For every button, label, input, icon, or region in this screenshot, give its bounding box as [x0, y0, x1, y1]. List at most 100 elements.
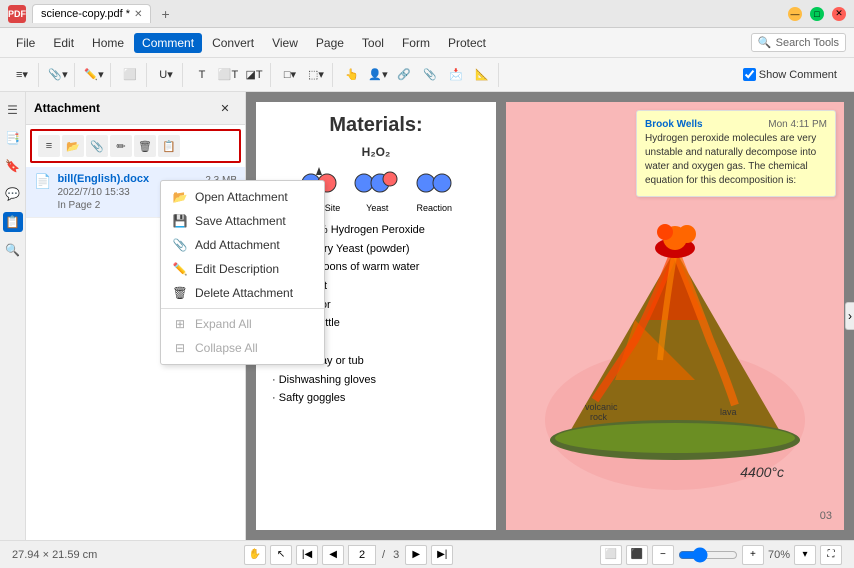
toolbar-draw-btn[interactable]: ✏️▾ — [82, 63, 106, 87]
comment-author: Brook Wells — [645, 119, 703, 130]
search-tools[interactable]: 🔍 Search Tools — [751, 33, 846, 52]
ctx-open-attachment[interactable]: 📂 Open Attachment — [161, 185, 324, 209]
menu-tool[interactable]: Tool — [354, 33, 392, 53]
toolbar-underline-btn[interactable]: U▾ — [154, 63, 178, 87]
menu-page[interactable]: Page — [308, 33, 352, 53]
main-content: ☰ 📑 🔖 💬 📋 🔍 Attachment ✕ ≡ 📂 📎 ✏ 🗑 📋 📄 b… — [0, 92, 854, 540]
show-comment-label: Show Comment — [759, 69, 837, 81]
menu-view[interactable]: View — [264, 33, 306, 53]
toolbar-measure-btn[interactable]: 📐 — [470, 63, 494, 87]
reaction-diagram: Reaction — [414, 165, 454, 213]
tab-close-btn[interactable]: ✕ — [134, 9, 142, 20]
ctx-expand-icon: ⊞ — [173, 317, 187, 331]
total-pages: 3 — [393, 549, 399, 561]
attach-tb-clip[interactable]: 📎 — [86, 135, 108, 157]
minimize-button[interactable]: — — [788, 7, 802, 21]
ctx-save-label: Save Attachment — [195, 214, 286, 228]
toolbar-stamp-btn[interactable]: 👆 — [340, 63, 364, 87]
select-tool-btn[interactable]: ↖ — [270, 545, 292, 565]
toolbar-attach-btn[interactable]: 📎▾ — [46, 63, 70, 87]
toolbar-clip-btn[interactable]: 📎 — [418, 63, 442, 87]
next-page-btn[interactable]: ▶ — [405, 545, 427, 565]
first-page-btn[interactable]: |◀ — [296, 545, 318, 565]
attach-tb-more[interactable]: 📋 — [158, 135, 180, 157]
ctx-add-attachment[interactable]: 📎 Add Attachment — [161, 233, 324, 257]
zoom-in-btn[interactable]: + — [742, 545, 764, 565]
material-item-10: Safty goggles — [272, 389, 484, 408]
toolbar-btn-1[interactable]: ≡▾ — [10, 63, 34, 87]
toolbar-area-btn[interactable]: ⬚▾ — [304, 63, 328, 87]
toolbar-group-4: ⬜ — [114, 63, 147, 87]
toolbar-callout-btn[interactable]: ◪T — [242, 63, 266, 87]
ctx-edit-label: Edit Description — [195, 262, 279, 276]
toolbar-link-btn[interactable]: 🔗 — [392, 63, 416, 87]
sidebar-icon-comments[interactable]: 💬 — [3, 184, 23, 204]
last-page-btn[interactable]: ▶| — [431, 545, 453, 565]
zoom-out-btn[interactable]: − — [652, 545, 674, 565]
collapse-panel-btn[interactable]: › — [845, 302, 854, 330]
menu-edit[interactable]: Edit — [45, 33, 82, 53]
ctx-edit-description[interactable]: ✏️ Edit Description — [161, 257, 324, 281]
sidebar-icon-pages[interactable]: 📑 — [3, 128, 23, 148]
reaction-label: Reaction — [414, 203, 454, 213]
current-page-input[interactable] — [348, 545, 376, 565]
ctx-add-icon: 📎 — [173, 238, 187, 252]
toolbar-group-3: ✏️▾ — [78, 63, 111, 87]
close-button[interactable]: ✕ — [832, 7, 846, 21]
search-tools-label: Search Tools — [776, 37, 839, 49]
sidebar-icon-nav[interactable]: ☰ — [3, 100, 23, 120]
svg-text:lava: lava — [720, 407, 737, 417]
zoom-slider[interactable] — [678, 547, 738, 563]
svg-text:volcanic: volcanic — [585, 402, 618, 412]
attach-tb-menu[interactable]: ≡ — [38, 135, 60, 157]
toolbar-sound-btn[interactable]: 📩 — [444, 63, 468, 87]
toolbar-group-8: 👆 👤▾ 🔗 📎 📩 📐 — [336, 63, 499, 87]
ctx-save-attachment[interactable]: 💾 Save Attachment — [161, 209, 324, 233]
ctx-separator — [161, 308, 324, 309]
attachment-panel-header: Attachment ✕ — [26, 92, 245, 125]
ctx-delete-label: Delete Attachment — [195, 286, 293, 300]
prev-page-btn[interactable]: ◀ — [322, 545, 344, 565]
toolbar-text-btn[interactable]: T — [190, 63, 214, 87]
attach-tb-delete[interactable]: 🗑 — [134, 135, 156, 157]
fit-width-btn[interactable]: ⬜ — [600, 545, 622, 565]
zoom-percentage: 70% — [768, 549, 790, 561]
title-bar: PDF science-copy.pdf * ✕ + — □ ✕ — [0, 0, 854, 28]
sidebar-icon-bookmarks[interactable]: 🔖 — [3, 156, 23, 176]
comment-date: Mon 4:11 PM — [768, 119, 827, 130]
app-icon: PDF — [8, 5, 26, 23]
sidebar-icon-attachments[interactable]: 📋 — [3, 212, 23, 232]
sidebar-icon-search[interactable]: 🔍 — [3, 240, 23, 260]
fullscreen-btn[interactable]: ⛶ — [820, 545, 842, 565]
maximize-button[interactable]: □ — [810, 7, 824, 21]
ctx-collapse-icon: ⊟ — [173, 341, 187, 355]
attachment-panel-title: Attachment — [34, 101, 100, 115]
toolbar-eraser-btn[interactable]: ⬜ — [118, 63, 142, 87]
show-comment-toggle[interactable]: Show Comment — [736, 64, 844, 85]
show-comment-checkbox[interactable] — [743, 68, 756, 81]
menu-protect[interactable]: Protect — [440, 33, 494, 53]
toolbar-textbox-btn[interactable]: ⬜T — [216, 63, 240, 87]
menu-file[interactable]: File — [8, 33, 43, 53]
pdf-page-right: Brook Wells Mon 4:11 PM Hydrogen peroxid… — [506, 102, 844, 530]
ctx-delete-attachment[interactable]: 🗑 Delete Attachment — [161, 281, 324, 305]
new-tab-btn[interactable]: + — [157, 6, 173, 22]
menu-comment[interactable]: Comment — [134, 33, 202, 53]
attach-tb-open[interactable]: 📂 — [62, 135, 84, 157]
menu-home[interactable]: Home — [84, 33, 132, 53]
hand-tool-btn[interactable]: ✋ — [244, 545, 266, 565]
current-tab[interactable]: science-copy.pdf * ✕ — [32, 4, 151, 23]
ctx-expand-all: ⊞ Expand All — [161, 312, 324, 336]
zoom-dropdown-btn[interactable]: ▾ — [794, 545, 816, 565]
menu-form[interactable]: Form — [394, 33, 438, 53]
navigation-controls: ✋ ↖ |◀ ◀ / 3 ▶ ▶| — [244, 545, 453, 565]
svg-text:rock: rock — [590, 412, 608, 422]
attachment-panel-close[interactable]: ✕ — [213, 96, 237, 120]
menu-convert[interactable]: Convert — [204, 33, 262, 53]
search-icon: 🔍 — [758, 36, 772, 49]
fit-page-btn[interactable]: ⬛ — [626, 545, 648, 565]
page-dimensions: 27.94 × 21.59 cm — [12, 549, 97, 561]
toolbar-note-btn[interactable]: 👤▾ — [366, 63, 390, 87]
toolbar-shape-btn[interactable]: □▾ — [278, 63, 302, 87]
attach-tb-edit[interactable]: ✏ — [110, 135, 132, 157]
